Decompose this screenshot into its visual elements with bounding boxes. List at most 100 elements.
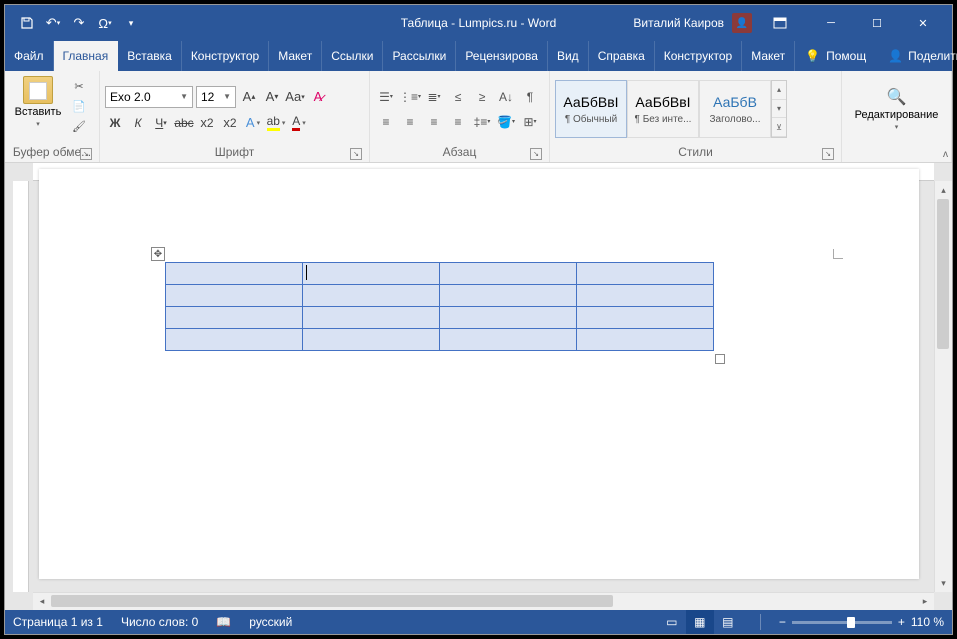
read-mode-icon[interactable]: ▭ bbox=[658, 610, 686, 634]
multilevel-icon[interactable]: ≣▾ bbox=[423, 87, 445, 107]
table-row bbox=[166, 263, 714, 285]
tab-table-design[interactable]: Конструктор bbox=[655, 41, 742, 71]
zoom-in-icon[interactable]: + bbox=[898, 615, 905, 629]
collapse-ribbon-icon[interactable]: ʌ bbox=[943, 149, 948, 160]
style-heading[interactable]: АаБбВЗаголово... bbox=[699, 80, 771, 138]
zoom-control[interactable]: − + 110 % bbox=[779, 615, 944, 629]
tab-references[interactable]: Ссылки bbox=[322, 41, 383, 71]
group-styles: АаБбВвІ¶ Обычный АаБбВвІ¶ Без инте... Аа… bbox=[550, 71, 842, 162]
spellcheck-icon[interactable]: 📖 bbox=[216, 615, 231, 629]
omega-icon[interactable]: Ω▾ bbox=[97, 15, 113, 31]
tab-layout[interactable]: Макет bbox=[269, 41, 322, 71]
save-icon[interactable] bbox=[19, 15, 35, 31]
para-launcher[interactable]: ↘ bbox=[530, 148, 542, 160]
ribbon-options-icon[interactable] bbox=[760, 5, 800, 41]
maximize-button[interactable]: ☐ bbox=[854, 5, 900, 41]
titlebar: ↶▾ ↷ Ω▾ ▾ Таблица - Lumpics.ru - Word Ви… bbox=[5, 5, 952, 41]
italic-button[interactable]: К bbox=[128, 113, 148, 133]
copy-icon[interactable]: 📄 bbox=[70, 98, 88, 114]
language-indicator[interactable]: русский bbox=[249, 615, 292, 629]
avatar[interactable]: 👤 bbox=[732, 13, 752, 33]
styles-scroll[interactable]: ▴▾⊻ bbox=[771, 80, 787, 138]
margin-corner-tr bbox=[833, 243, 849, 259]
undo-icon[interactable]: ↶▾ bbox=[45, 15, 61, 31]
indent-inc-icon[interactable]: ≥ bbox=[471, 87, 493, 107]
qat-customize-icon[interactable]: ▾ bbox=[123, 15, 139, 31]
highlight-icon[interactable]: ab bbox=[266, 113, 286, 133]
find-icon[interactable]: 🔍 bbox=[887, 87, 907, 107]
strike-button[interactable]: abc bbox=[174, 113, 194, 133]
cut-icon[interactable]: ✂ bbox=[70, 78, 88, 94]
quick-access-toolbar: ↶▾ ↷ Ω▾ ▾ bbox=[5, 15, 139, 31]
indent-dec-icon[interactable]: ≤ bbox=[447, 87, 469, 107]
subscript-button[interactable]: x2 bbox=[197, 113, 217, 133]
tab-mailings[interactable]: Рассылки bbox=[383, 41, 456, 71]
document-table[interactable] bbox=[165, 262, 714, 351]
user-name[interactable]: Виталий Каиров bbox=[633, 16, 724, 30]
table-row bbox=[166, 285, 714, 307]
tab-view[interactable]: Вид bbox=[548, 41, 589, 71]
bullets-icon[interactable]: ☰▾ bbox=[375, 87, 397, 107]
vertical-scrollbar[interactable]: ▴▾ bbox=[934, 181, 952, 592]
tab-insert[interactable]: Вставка bbox=[118, 41, 182, 71]
word-count[interactable]: Число слов: 0 bbox=[121, 615, 198, 629]
show-marks-icon[interactable]: ¶ bbox=[519, 87, 541, 107]
table-resize-handle[interactable] bbox=[715, 354, 725, 364]
statusbar: Страница 1 из 1 Число слов: 0 📖 русский … bbox=[5, 610, 952, 634]
font-color-icon[interactable]: A bbox=[289, 113, 309, 133]
tab-file[interactable]: Файл bbox=[5, 41, 54, 71]
tab-home[interactable]: Главная bbox=[54, 41, 119, 71]
font-size-combo[interactable]: 12▼ bbox=[196, 86, 236, 108]
tab-design[interactable]: Конструктор bbox=[182, 41, 269, 71]
zoom-level[interactable]: 110 % bbox=[911, 615, 944, 629]
print-layout-icon[interactable]: ▦ bbox=[686, 610, 714, 634]
change-case-icon[interactable]: Aa▾ bbox=[285, 87, 305, 107]
page-indicator[interactable]: Страница 1 из 1 bbox=[13, 615, 103, 629]
borders-icon[interactable]: ⊞▾ bbox=[519, 112, 541, 132]
clear-format-icon[interactable]: A̷ bbox=[308, 87, 328, 107]
sort-icon[interactable]: A↓ bbox=[495, 87, 517, 107]
paste-button[interactable]: Вставить ▾ bbox=[10, 76, 66, 128]
group-editing: 🔍 Редактирование ▾ bbox=[842, 71, 952, 162]
align-right-icon[interactable]: ≡ bbox=[423, 112, 445, 132]
tab-table-layout[interactable]: Макет bbox=[742, 41, 795, 71]
clipboard-launcher[interactable]: ↘ bbox=[80, 148, 92, 160]
font-name-combo[interactable]: Exo 2.0▼ bbox=[105, 86, 193, 108]
ribbon: Вставить ▾ ✂ 📄 🖌 Буфер обме...↘ Exo 2.0▼… bbox=[5, 71, 952, 163]
share-button[interactable]: 👤Поделиться bbox=[876, 41, 957, 71]
shrink-font-icon[interactable]: A▾ bbox=[262, 87, 282, 107]
styles-launcher[interactable]: ↘ bbox=[822, 148, 834, 160]
horizontal-scrollbar[interactable]: ◂▸ bbox=[33, 592, 934, 610]
group-paragraph: ☰▾ ⋮≡▾ ≣▾ ≤ ≥ A↓ ¶ ≡ ≡ ≡ ≡ ‡≡▾ 🪣▾ ⊞▾ Абз… bbox=[370, 71, 550, 162]
tab-review[interactable]: Рецензирова bbox=[456, 41, 548, 71]
window-title: Таблица - Lumpics.ru - Word bbox=[401, 16, 557, 30]
clipboard-icon bbox=[23, 76, 53, 104]
grow-font-icon[interactable]: A▴ bbox=[239, 87, 259, 107]
zoom-out-icon[interactable]: − bbox=[779, 615, 786, 629]
close-button[interactable]: ✕ bbox=[900, 5, 946, 41]
bold-button[interactable]: Ж bbox=[105, 113, 125, 133]
table-move-handle[interactable]: ✥ bbox=[151, 247, 165, 261]
line-spacing-icon[interactable]: ‡≡▾ bbox=[471, 112, 493, 132]
justify-icon[interactable]: ≡ bbox=[447, 112, 469, 132]
minimize-button[interactable]: ─ bbox=[808, 5, 854, 41]
text-effects-icon[interactable]: A bbox=[243, 113, 263, 133]
tab-help[interactable]: Справка bbox=[589, 41, 655, 71]
tell-me[interactable]: 💡Помощ bbox=[795, 41, 876, 71]
style-normal[interactable]: АаБбВвІ¶ Обычный bbox=[555, 80, 627, 138]
underline-button[interactable]: Ч▾ bbox=[151, 113, 171, 133]
group-clipboard: Вставить ▾ ✂ 📄 🖌 Буфер обме...↘ bbox=[5, 71, 100, 162]
align-center-icon[interactable]: ≡ bbox=[399, 112, 421, 132]
page[interactable]: ✥ bbox=[39, 169, 919, 579]
redo-icon[interactable]: ↷ bbox=[71, 15, 87, 31]
font-launcher[interactable]: ↘ bbox=[350, 148, 362, 160]
web-layout-icon[interactable]: ▤ bbox=[714, 610, 742, 634]
format-painter-icon[interactable]: 🖌 bbox=[70, 118, 88, 134]
numbering-icon[interactable]: ⋮≡▾ bbox=[399, 87, 421, 107]
align-left-icon[interactable]: ≡ bbox=[375, 112, 397, 132]
vertical-ruler[interactable] bbox=[5, 181, 33, 592]
style-no-spacing[interactable]: АаБбВвІ¶ Без инте... bbox=[627, 80, 699, 138]
superscript-button[interactable]: x2 bbox=[220, 113, 240, 133]
zoom-slider[interactable] bbox=[792, 621, 892, 624]
shading-icon[interactable]: 🪣▾ bbox=[495, 112, 517, 132]
